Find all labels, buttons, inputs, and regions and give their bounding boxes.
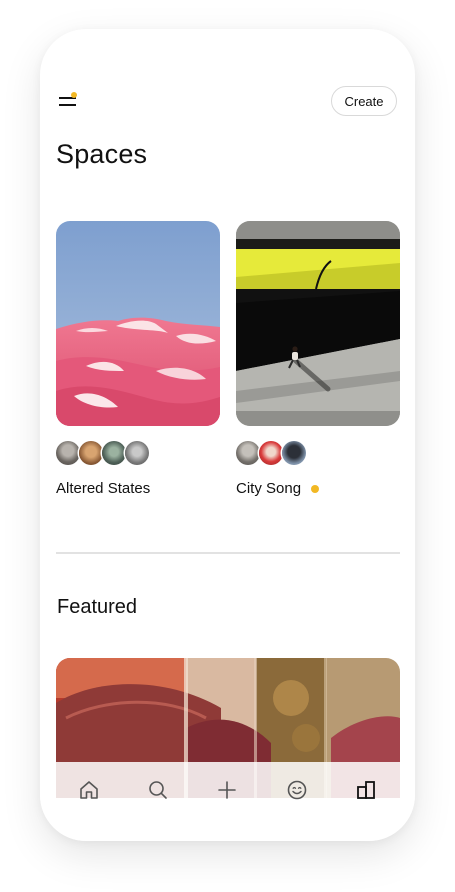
avatar	[236, 441, 260, 465]
spaces-icon	[357, 781, 376, 799]
phone-frame: Create Spaces Altered States City Song F…	[40, 29, 415, 841]
space-cover-image	[56, 221, 220, 426]
notification-dot	[71, 92, 77, 98]
create-button[interactable]: Create	[331, 86, 397, 116]
space-card-city-song[interactable]: City Song	[236, 221, 400, 497]
plus-icon	[218, 781, 237, 799]
page-title: Spaces	[56, 139, 148, 169]
unread-dot	[311, 484, 320, 493]
space-cover-image	[236, 221, 400, 426]
avatar	[102, 441, 126, 465]
member-avatars	[56, 441, 220, 465]
featured-title: Featured	[57, 596, 138, 618]
tab-activity[interactable]	[274, 775, 320, 805]
avatar	[259, 441, 283, 465]
space-name: City Song	[236, 480, 400, 497]
space-name-label: City Song	[236, 480, 302, 497]
section-divider	[56, 552, 400, 554]
tab-home[interactable]	[66, 775, 112, 805]
search-icon	[149, 781, 167, 799]
tab-create[interactable]	[204, 775, 250, 805]
space-card-altered-states[interactable]: Altered States	[56, 221, 220, 497]
smiley-icon	[287, 780, 307, 800]
tab-spaces[interactable]	[343, 775, 389, 805]
avatar	[79, 441, 103, 465]
member-avatars	[236, 441, 400, 465]
tab-search[interactable]	[135, 775, 181, 805]
avatar	[56, 441, 80, 465]
tab-bar	[40, 762, 415, 841]
space-name: Altered States	[56, 480, 220, 497]
space-name-label: Altered States	[56, 480, 151, 497]
avatar	[125, 441, 149, 465]
avatar	[282, 441, 306, 465]
home-icon	[79, 781, 98, 799]
menu-button[interactable]	[54, 89, 84, 115]
menu-icon-line	[59, 104, 76, 106]
